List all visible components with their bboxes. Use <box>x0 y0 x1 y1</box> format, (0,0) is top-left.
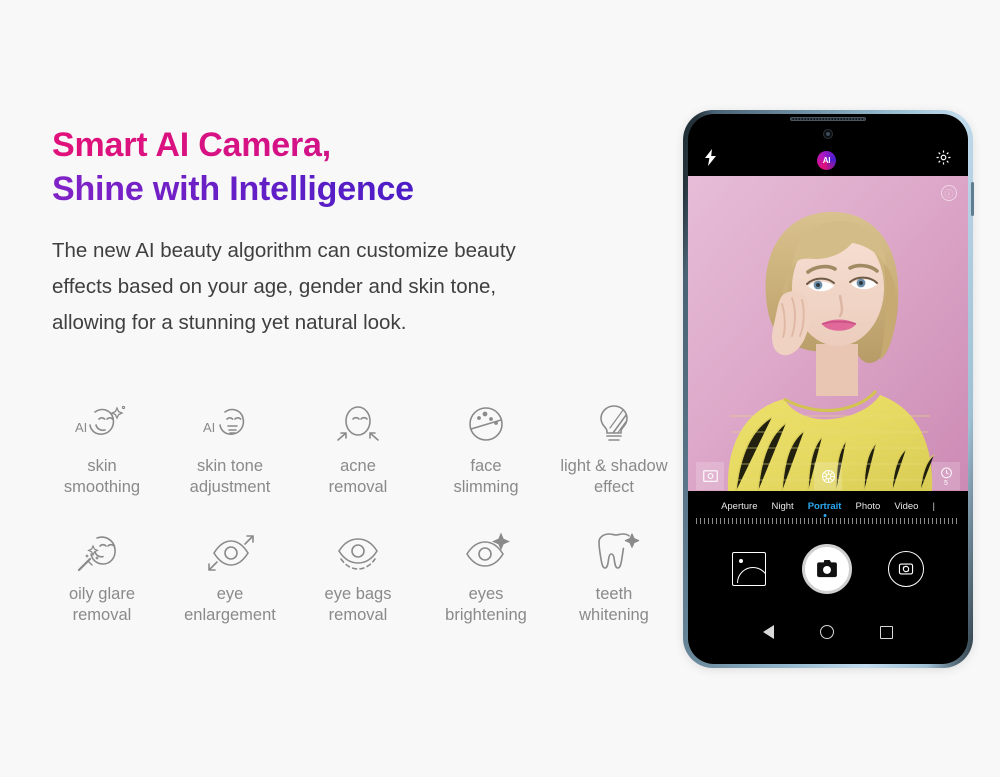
camera-flip-icon[interactable] <box>888 551 924 587</box>
feature-eye-enlargement: eye enlargement <box>166 526 294 626</box>
feature-label: light & shadow effect <box>560 457 668 497</box>
front-camera-icon <box>823 129 833 139</box>
promo-page: Smart AI Camera, Shine with Intelligence… <box>0 0 1000 777</box>
camera-mode-selector[interactable]: Aperture Night Portrait Photo Video | <box>688 491 968 521</box>
feature-teeth-whitening: teeth whitening <box>550 526 678 626</box>
timer-value: 5 <box>944 479 948 487</box>
phone-mockup: AI ⓘ 5 Aperture Night Portrait Photo Vid… <box>683 110 974 668</box>
phone-screen: AI ⓘ 5 Aperture Night Portrait Photo Vid… <box>688 114 968 664</box>
svg-text:AI: AI <box>203 420 215 435</box>
camera-viewfinder[interactable]: ⓘ 5 <box>688 176 968 491</box>
mode-portrait[interactable]: Portrait <box>808 501 842 512</box>
feature-grid: AI skin smoothing AI skin tone adjustmen… <box>38 398 678 626</box>
feature-skin-smoothing: AI skin smoothing <box>38 398 166 498</box>
feature-label: skin tone adjustment <box>189 457 271 497</box>
gear-icon[interactable] <box>935 149 952 171</box>
mode-ruler-ticks <box>696 518 960 524</box>
feature-acne-removal: acne removal <box>294 398 422 498</box>
mode-night[interactable]: Night <box>772 501 794 512</box>
page-title: Smart AI Camera, Shine with Intelligence <box>52 124 652 211</box>
feature-label: teeth whitening <box>579 585 649 625</box>
copy-block: Smart AI Camera, Shine with Intelligence… <box>52 124 652 341</box>
headline-line-2: Shine with Intelligence <box>52 168 652 212</box>
feature-eyes-brightening: eyes brightening <box>422 526 550 626</box>
svg-text:AI: AI <box>75 420 87 435</box>
camera-controls <box>688 534 968 604</box>
ai-face-sparkle-icon: AI <box>73 398 131 446</box>
camera-shutter-icon[interactable] <box>802 544 852 594</box>
nav-back-icon[interactable] <box>763 625 774 639</box>
android-navbar <box>688 614 968 650</box>
mode-more[interactable]: | <box>932 501 934 512</box>
beauty-aperture-icon[interactable] <box>814 462 842 490</box>
feature-label: skin smoothing <box>63 457 141 497</box>
earpiece-speaker <box>790 117 866 121</box>
camera-topbar: AI <box>688 144 968 176</box>
portrait-frame-icon[interactable] <box>696 462 724 490</box>
feature-label: acne removal <box>328 457 388 497</box>
mode-aperture[interactable]: Aperture <box>721 501 757 512</box>
portrait-photo <box>688 176 968 491</box>
nav-home-icon[interactable] <box>820 625 834 639</box>
ai-mode-badge[interactable]: AI <box>817 150 836 170</box>
face-acne-arrows-icon <box>329 398 387 446</box>
eye-sparkle-icon <box>457 526 515 574</box>
tooth-sparkle-icon <box>585 526 643 574</box>
feature-skin-tone-adjustment: AI skin tone adjustment <box>166 398 294 498</box>
eye-enlarge-arrows-icon <box>201 526 259 574</box>
mode-photo[interactable]: Photo <box>855 501 880 512</box>
feature-label: oily glare removal <box>68 585 136 625</box>
feature-label: eye bags removal <box>324 585 392 625</box>
info-circle-icon[interactable]: ⓘ <box>941 185 957 201</box>
face-oil-wand-icon <box>73 526 131 574</box>
feature-label: eyes brightening <box>445 585 527 625</box>
lightbulb-shadow-icon <box>585 398 643 446</box>
feature-label: eye enlargement <box>184 585 276 625</box>
feature-label: face slimming <box>453 457 519 497</box>
feature-oily-glare-removal: oily glare removal <box>38 526 166 626</box>
headline-line-1: Smart AI Camera, <box>52 124 652 168</box>
power-button[interactable] <box>971 182 974 216</box>
mode-video[interactable]: Video <box>894 501 918 512</box>
ai-face-tone-icon: AI <box>201 398 259 446</box>
body-paragraph: The new AI beauty algorithm can customiz… <box>52 239 516 334</box>
ai-badge-label: AI <box>822 155 831 165</box>
nav-recents-icon[interactable] <box>880 625 893 639</box>
feature-light-shadow-effect: light & shadow effect <box>550 398 678 498</box>
viewfinder-overlay-buttons: 5 <box>688 461 968 491</box>
gallery-thumbnail-icon[interactable] <box>732 552 766 586</box>
face-slimming-circle-icon <box>457 398 515 446</box>
timer-icon[interactable]: 5 <box>932 462 960 490</box>
feature-eye-bags-removal: eye bags removal <box>294 526 422 626</box>
flash-icon[interactable] <box>704 149 718 171</box>
feature-face-slimming: face slimming <box>422 398 550 498</box>
eye-bags-dashed-icon <box>329 526 387 574</box>
